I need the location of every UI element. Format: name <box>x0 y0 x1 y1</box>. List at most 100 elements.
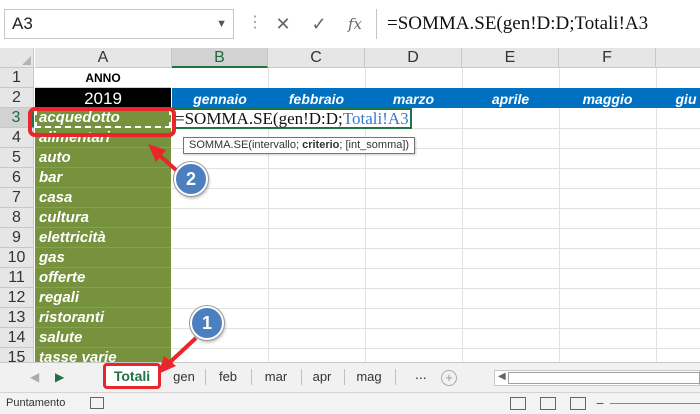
column-header-d[interactable]: D <box>365 48 462 68</box>
active-edit-cell-b3[interactable]: =SOMMA.SE(gen!D:D;Totali!A3 <box>172 108 412 129</box>
add-sheet-icon[interactable]: + <box>441 370 457 386</box>
column-header-a[interactable]: A <box>35 48 172 68</box>
gridline <box>172 208 700 209</box>
check-icon[interactable]: ✓ <box>304 10 334 38</box>
row-header-9[interactable]: 9 <box>0 228 34 248</box>
highlight-acquedotto <box>28 107 176 137</box>
tab-mar[interactable]: mar <box>256 366 296 388</box>
row-header-2[interactable]: 2 <box>0 88 34 108</box>
gridline <box>172 248 700 249</box>
separator-dots-icon: ⋮ <box>247 14 263 31</box>
cell-month[interactable]: giu <box>656 88 700 108</box>
chevron-down-icon[interactable]: ▼ <box>216 10 227 38</box>
tab-separator <box>251 369 252 385</box>
tab-separator <box>344 369 345 385</box>
gridline <box>559 68 560 362</box>
step-badge-2: 2 <box>174 162 208 196</box>
name-box[interactable]: A3 ▼ <box>4 9 234 39</box>
column-header-e[interactable]: E <box>462 48 559 68</box>
gridline <box>172 188 700 189</box>
tooltip-arg-range[interactable]: intervallo; <box>252 139 302 151</box>
row-header-15[interactable]: 15 <box>0 348 34 362</box>
name-box-value: A3 <box>12 14 33 33</box>
cell-a2-year[interactable]: 2019 <box>35 88 171 108</box>
row-header-7[interactable]: 7 <box>0 188 34 208</box>
cell-category[interactable]: auto <box>35 148 171 168</box>
cell-a1-anno[interactable]: ANNO <box>35 68 171 88</box>
row-header-8[interactable]: 8 <box>0 208 34 228</box>
select-all-button[interactable] <box>0 48 34 68</box>
function-tooltip: SOMMA.SE(intervallo; criterio; [int_somm… <box>183 137 416 154</box>
scroll-left-icon[interactable]: ◀ <box>30 370 39 384</box>
gridline <box>172 348 700 349</box>
zoom-slider[interactable] <box>610 403 700 404</box>
gridline <box>172 328 700 329</box>
cell-month[interactable]: marzo <box>365 88 462 108</box>
page-layout-view-icon[interactable] <box>540 397 556 410</box>
formula-input[interactable]: =SOMMA.SE(gen!D:D;Totali!A3 <box>376 9 700 39</box>
gridline <box>172 268 700 269</box>
column-header-f[interactable]: F <box>559 48 656 68</box>
cell-category[interactable]: offerte <box>35 268 171 288</box>
cell-category[interactable]: cultura <box>35 208 171 228</box>
x-icon[interactable]: ✕ <box>268 10 298 38</box>
fx-icon[interactable]: fx <box>340 10 370 38</box>
cell-category[interactable]: ristoranti <box>35 308 171 328</box>
status-bar: Puntamento − <box>0 392 700 414</box>
step-badge-1: 1 <box>190 306 224 340</box>
cell-category[interactable]: tasse varie <box>35 348 171 362</box>
cell-category[interactable]: gas <box>35 248 171 268</box>
gridline <box>172 228 700 229</box>
spreadsheet-grid: A B C D E F 1 2 3 4 5 6 7 8 9 10 11 12 1… <box>0 48 700 362</box>
page-break-view-icon[interactable] <box>570 397 586 410</box>
tab-mag[interactable]: mag <box>348 366 390 388</box>
cell-category[interactable]: salute <box>35 328 171 348</box>
tooltip-arg-criteria[interactable]: criterio <box>302 139 339 151</box>
tab-separator <box>205 369 206 385</box>
cell-month[interactable]: maggio <box>559 88 656 108</box>
tab-gen[interactable]: gen <box>166 366 202 388</box>
sheet-tab-bar: ◀ ▶ Totali gen feb mar apr mag ... + ◀ <box>0 362 700 392</box>
scrollbar-left-arrow-icon[interactable]: ◀ <box>498 371 506 382</box>
cell-category[interactable]: regali <box>35 288 171 308</box>
row-header-12[interactable]: 12 <box>0 288 34 308</box>
tab-separator <box>395 369 396 385</box>
row-header-5[interactable]: 5 <box>0 148 34 168</box>
cell-month[interactable]: febbraio <box>268 88 365 108</box>
tooltip-func[interactable]: SOMMA.SE( <box>189 139 252 151</box>
row-header-6[interactable]: 6 <box>0 168 34 188</box>
gridline <box>462 68 463 362</box>
tooltip-arg-sum[interactable]: ; [int_somma]) <box>339 139 409 151</box>
tab-separator <box>301 369 302 385</box>
tab-apr[interactable]: apr <box>304 366 340 388</box>
cell-category[interactable]: elettricità <box>35 228 171 248</box>
edit-formula-prefix: =SOMMA.SE(gen!D:D; <box>175 109 343 128</box>
status-mode: Puntamento <box>6 397 66 409</box>
row-header-10[interactable]: 10 <box>0 248 34 268</box>
row-header-1[interactable]: 1 <box>0 68 34 88</box>
row-header-14[interactable]: 14 <box>0 328 34 348</box>
column-header-c[interactable]: C <box>268 48 365 68</box>
normal-view-icon[interactable] <box>510 397 526 410</box>
more-sheets-button[interactable]: ... <box>415 366 427 382</box>
scroll-right-icon[interactable]: ▶ <box>55 370 64 384</box>
macro-record-icon[interactable] <box>90 397 104 409</box>
cell-month[interactable]: aprile <box>462 88 559 108</box>
cell-category[interactable]: casa <box>35 188 171 208</box>
gridline <box>172 288 700 289</box>
tab-totali[interactable]: Totali <box>103 363 161 389</box>
column-header-g[interactable] <box>656 48 700 68</box>
gridline <box>172 168 700 169</box>
gridline <box>656 68 657 362</box>
gridline <box>172 308 700 309</box>
tab-feb[interactable]: feb <box>210 366 246 388</box>
column-header-b[interactable]: B <box>172 48 268 68</box>
cell-month[interactable]: gennaio <box>172 88 268 108</box>
zoom-out-icon[interactable]: − <box>596 395 604 411</box>
edit-formula-reference: Totali!A3 <box>342 109 409 128</box>
row-header-13[interactable]: 13 <box>0 308 34 328</box>
scrollbar-thumb[interactable] <box>508 372 700 384</box>
formula-bar: A3 ▼ ⋮ ✕ ✓ fx =SOMMA.SE(gen!D:D;Totali!A… <box>0 0 700 48</box>
cell-category[interactable]: bar <box>35 168 171 188</box>
row-header-11[interactable]: 11 <box>0 268 34 288</box>
